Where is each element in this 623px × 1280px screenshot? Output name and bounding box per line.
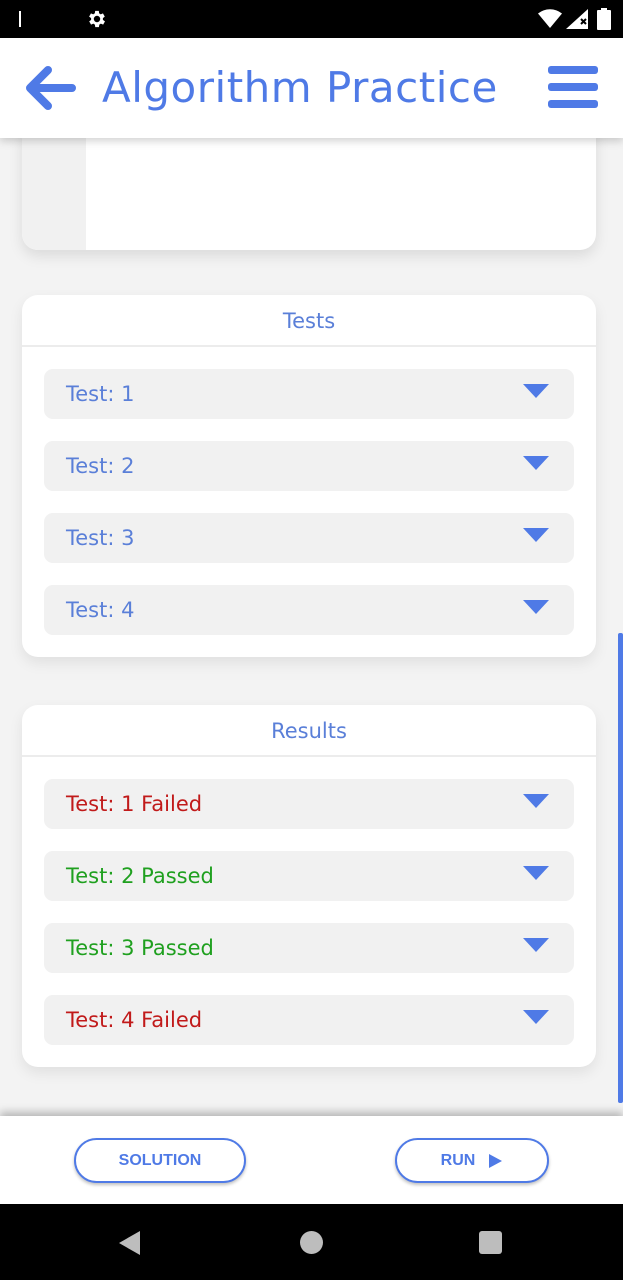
caret-down-icon[interactable]	[522, 937, 550, 953]
tests-panel-title: Tests	[22, 295, 596, 347]
results-panel: Results Test: 1 Failed Test: 2 Passed Te…	[22, 705, 596, 1067]
result-row-label: Test: 1 Failed	[66, 792, 203, 816]
test-row[interactable]: Test: 1	[44, 369, 574, 419]
page-title: Algorithm Practice	[102, 63, 498, 112]
result-row[interactable]: Test: 3 Passed	[44, 923, 574, 973]
test-row-label: Test: 2	[66, 454, 135, 478]
triangle-back-icon[interactable]	[118, 1230, 142, 1256]
hamburger-menu-icon[interactable]	[548, 64, 600, 110]
test-row[interactable]: Test: 4	[44, 585, 574, 635]
arrow-left-icon[interactable]	[22, 62, 78, 114]
run-button-label: RUN	[440, 1151, 476, 1169]
app-header: Algorithm Practice	[0, 38, 623, 138]
signal-icon	[566, 9, 588, 29]
code-editor[interactable]	[22, 138, 596, 250]
content-scroll-area[interactable]: Tests Test: 1 Test: 2 Test: 3 Test: 4 Re…	[0, 138, 623, 1116]
caret-down-icon[interactable]	[522, 865, 550, 881]
result-row-label: Test: 4 Failed	[66, 1008, 203, 1032]
caret-down-icon[interactable]	[522, 599, 550, 615]
solution-button-label: SOLUTION	[118, 1151, 202, 1169]
editor-line-gutter	[22, 138, 86, 250]
test-row-label: Test: 3	[66, 526, 135, 550]
system-nav-bar	[0, 1204, 623, 1280]
run-button[interactable]: RUN	[395, 1138, 549, 1183]
result-row[interactable]: Test: 1 Failed	[44, 779, 574, 829]
scrollbar-thumb[interactable]	[618, 633, 623, 1103]
result-row-label: Test: 3 Passed	[66, 936, 214, 960]
result-row[interactable]: Test: 2 Passed	[44, 851, 574, 901]
test-row[interactable]: Test: 2	[44, 441, 574, 491]
test-row[interactable]: Test: 3	[44, 513, 574, 563]
solution-button[interactable]: SOLUTION	[74, 1138, 246, 1183]
tests-panel: Tests Test: 1 Test: 2 Test: 3 Test: 4	[22, 295, 596, 657]
gear-icon	[89, 10, 105, 28]
caret-down-icon[interactable]	[522, 455, 550, 471]
result-row[interactable]: Test: 4 Failed	[44, 995, 574, 1045]
caret-down-icon[interactable]	[522, 793, 550, 809]
circle-home-icon[interactable]	[300, 1231, 323, 1254]
test-row-label: Test: 1	[66, 382, 135, 406]
battery-icon	[597, 8, 611, 30]
caret-down-icon[interactable]	[522, 383, 550, 399]
test-row-label: Test: 4	[66, 598, 135, 622]
status-bar	[0, 0, 623, 38]
result-row-label: Test: 2 Passed	[66, 864, 214, 888]
action-bar: SOLUTION RUN	[0, 1116, 623, 1204]
square-recents-icon[interactable]	[479, 1231, 502, 1254]
wifi-icon	[538, 9, 562, 28]
play-icon	[489, 1153, 503, 1168]
results-panel-title: Results	[22, 705, 596, 757]
caret-down-icon[interactable]	[522, 1009, 550, 1025]
caret-down-icon[interactable]	[522, 527, 550, 543]
status-bar-divider	[19, 11, 21, 27]
